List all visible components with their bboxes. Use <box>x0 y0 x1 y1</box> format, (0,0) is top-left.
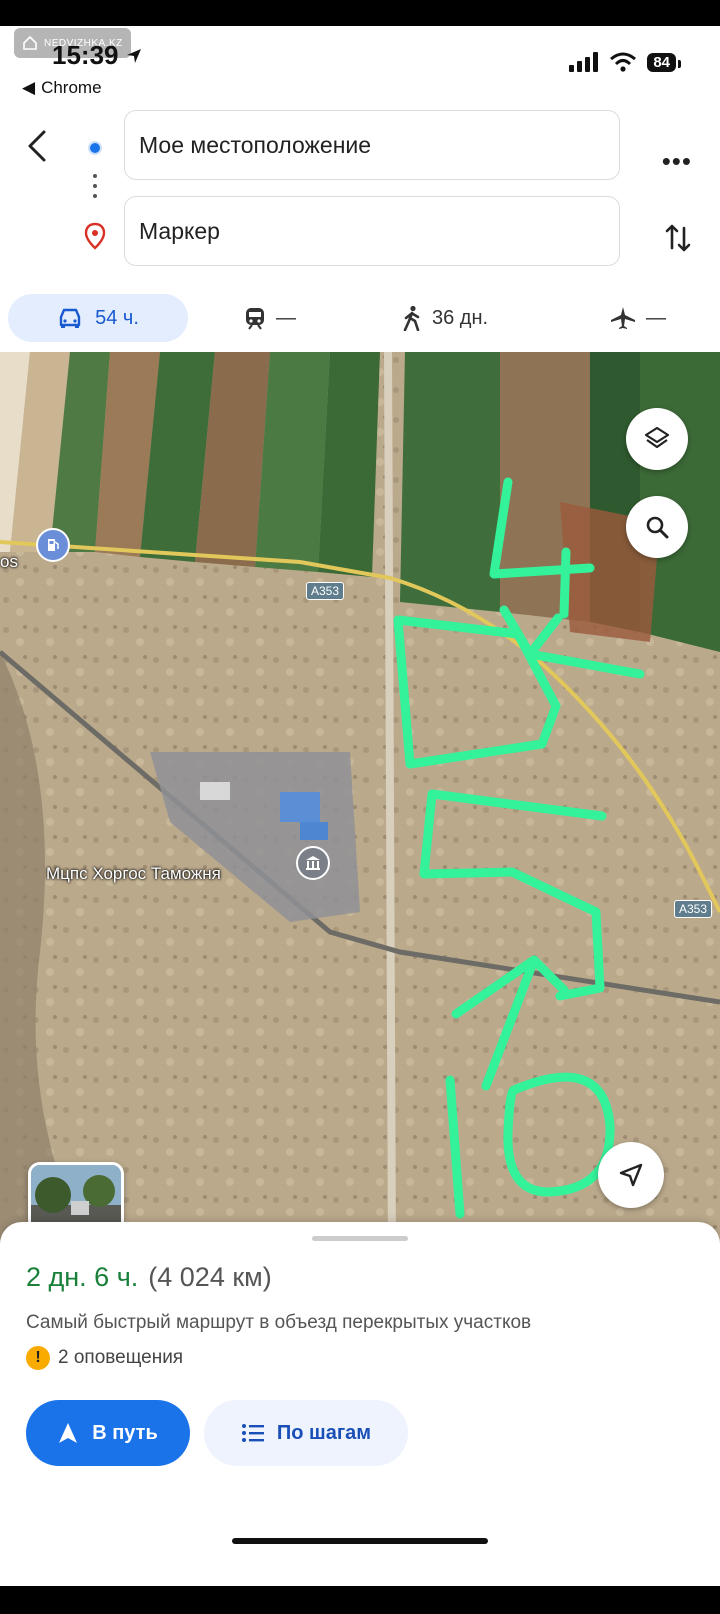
origin-dot-icon <box>88 141 102 155</box>
train-icon <box>246 308 264 330</box>
start-navigation-button[interactable]: В путь <box>26 1400 190 1466</box>
swap-icon[interactable] <box>664 218 692 258</box>
back-button[interactable] <box>22 126 52 166</box>
search-button[interactable] <box>626 496 688 558</box>
travel-modes: 54 ч. — 36 дн. — <box>0 290 720 354</box>
flight-duration: — <box>646 306 666 329</box>
route-alerts[interactable]: ! 2 оповещения <box>26 1346 183 1370</box>
destination-pin-icon <box>84 222 106 250</box>
alerts-text: 2 оповещения <box>58 1347 184 1368</box>
home-icon <box>23 35 37 50</box>
search-icon <box>646 516 669 539</box>
back-triangle-icon: ◀ <box>22 78 36 97</box>
origin-input[interactable]: Мое местоположение <box>124 110 620 180</box>
navigation-icon <box>59 1423 78 1443</box>
back-to-app-link[interactable]: ◀ Chrome <box>22 78 102 98</box>
car-icon <box>59 308 81 328</box>
list-icon <box>241 1424 264 1442</box>
back-app-label: Chrome <box>41 78 102 97</box>
layers-button[interactable] <box>626 408 688 470</box>
time-text: 15:39 <box>52 40 119 70</box>
mode-walk-tab[interactable]: 36 дн. <box>402 294 488 342</box>
mode-transit-tab[interactable]: — <box>244 294 296 342</box>
location-arrow-icon <box>126 48 141 63</box>
walk-duration: 36 дн. <box>432 306 489 329</box>
screen: NEDVIZHKA.KZ 15:39 ◀ Chrome 84 Мое место… <box>0 26 720 1586</box>
steps-button[interactable]: По шагам <box>204 1400 408 1466</box>
walking-icon <box>403 305 420 331</box>
chevron-left-icon <box>28 130 46 162</box>
start-label: В путь <box>92 1421 158 1444</box>
hand-drawn-annotation <box>393 477 645 1219</box>
alert-icon: ! <box>26 1346 50 1370</box>
route-distance: (4 024 км) <box>148 1262 272 1292</box>
status-bar: NEDVIZHKA.KZ 15:39 ◀ Chrome 84 <box>0 26 720 112</box>
route-eta: 2 дн. 6 ч. <box>26 1262 139 1292</box>
status-time: 15:39 <box>52 40 143 71</box>
mode-car-tab[interactable]: 54 ч. <box>8 294 188 342</box>
route-summary: 2 дн. 6 ч. (4 024 км) <box>26 1262 272 1293</box>
origin-text: Мое местоположение <box>139 131 372 158</box>
home-indicator[interactable] <box>232 1538 488 1544</box>
wifi-icon <box>610 52 637 72</box>
mode-flight-tab[interactable]: — <box>610 294 666 342</box>
route-description: Самый быстрый маршрут в объезд перекрыты… <box>26 1312 532 1333</box>
map-view[interactable]: A353 A353 os Мцпс Хоргос Таможня <box>0 352 720 1252</box>
signal-icon <box>569 52 599 72</box>
car-duration: 54 ч. <box>95 306 139 329</box>
route-sheet: 2 дн. 6 ч. (4 024 км) Самый быстрый маршр… <box>0 1222 720 1586</box>
sheet-handle[interactable] <box>312 1236 408 1241</box>
destination-input[interactable]: Маркер <box>124 196 620 266</box>
route-dots-icon <box>93 174 97 204</box>
transit-duration: — <box>276 306 296 329</box>
destination-text: Маркер <box>139 217 220 244</box>
system-icons: 84 <box>569 52 681 72</box>
navigation-arrow-icon <box>619 1163 643 1187</box>
steps-label: По шагам <box>276 1421 372 1444</box>
airplane-icon <box>611 307 635 329</box>
more-options-button[interactable]: ••• <box>662 146 692 177</box>
recenter-button[interactable] <box>598 1142 664 1208</box>
layers-icon <box>644 426 670 449</box>
battery-icon: 84 <box>647 52 681 72</box>
